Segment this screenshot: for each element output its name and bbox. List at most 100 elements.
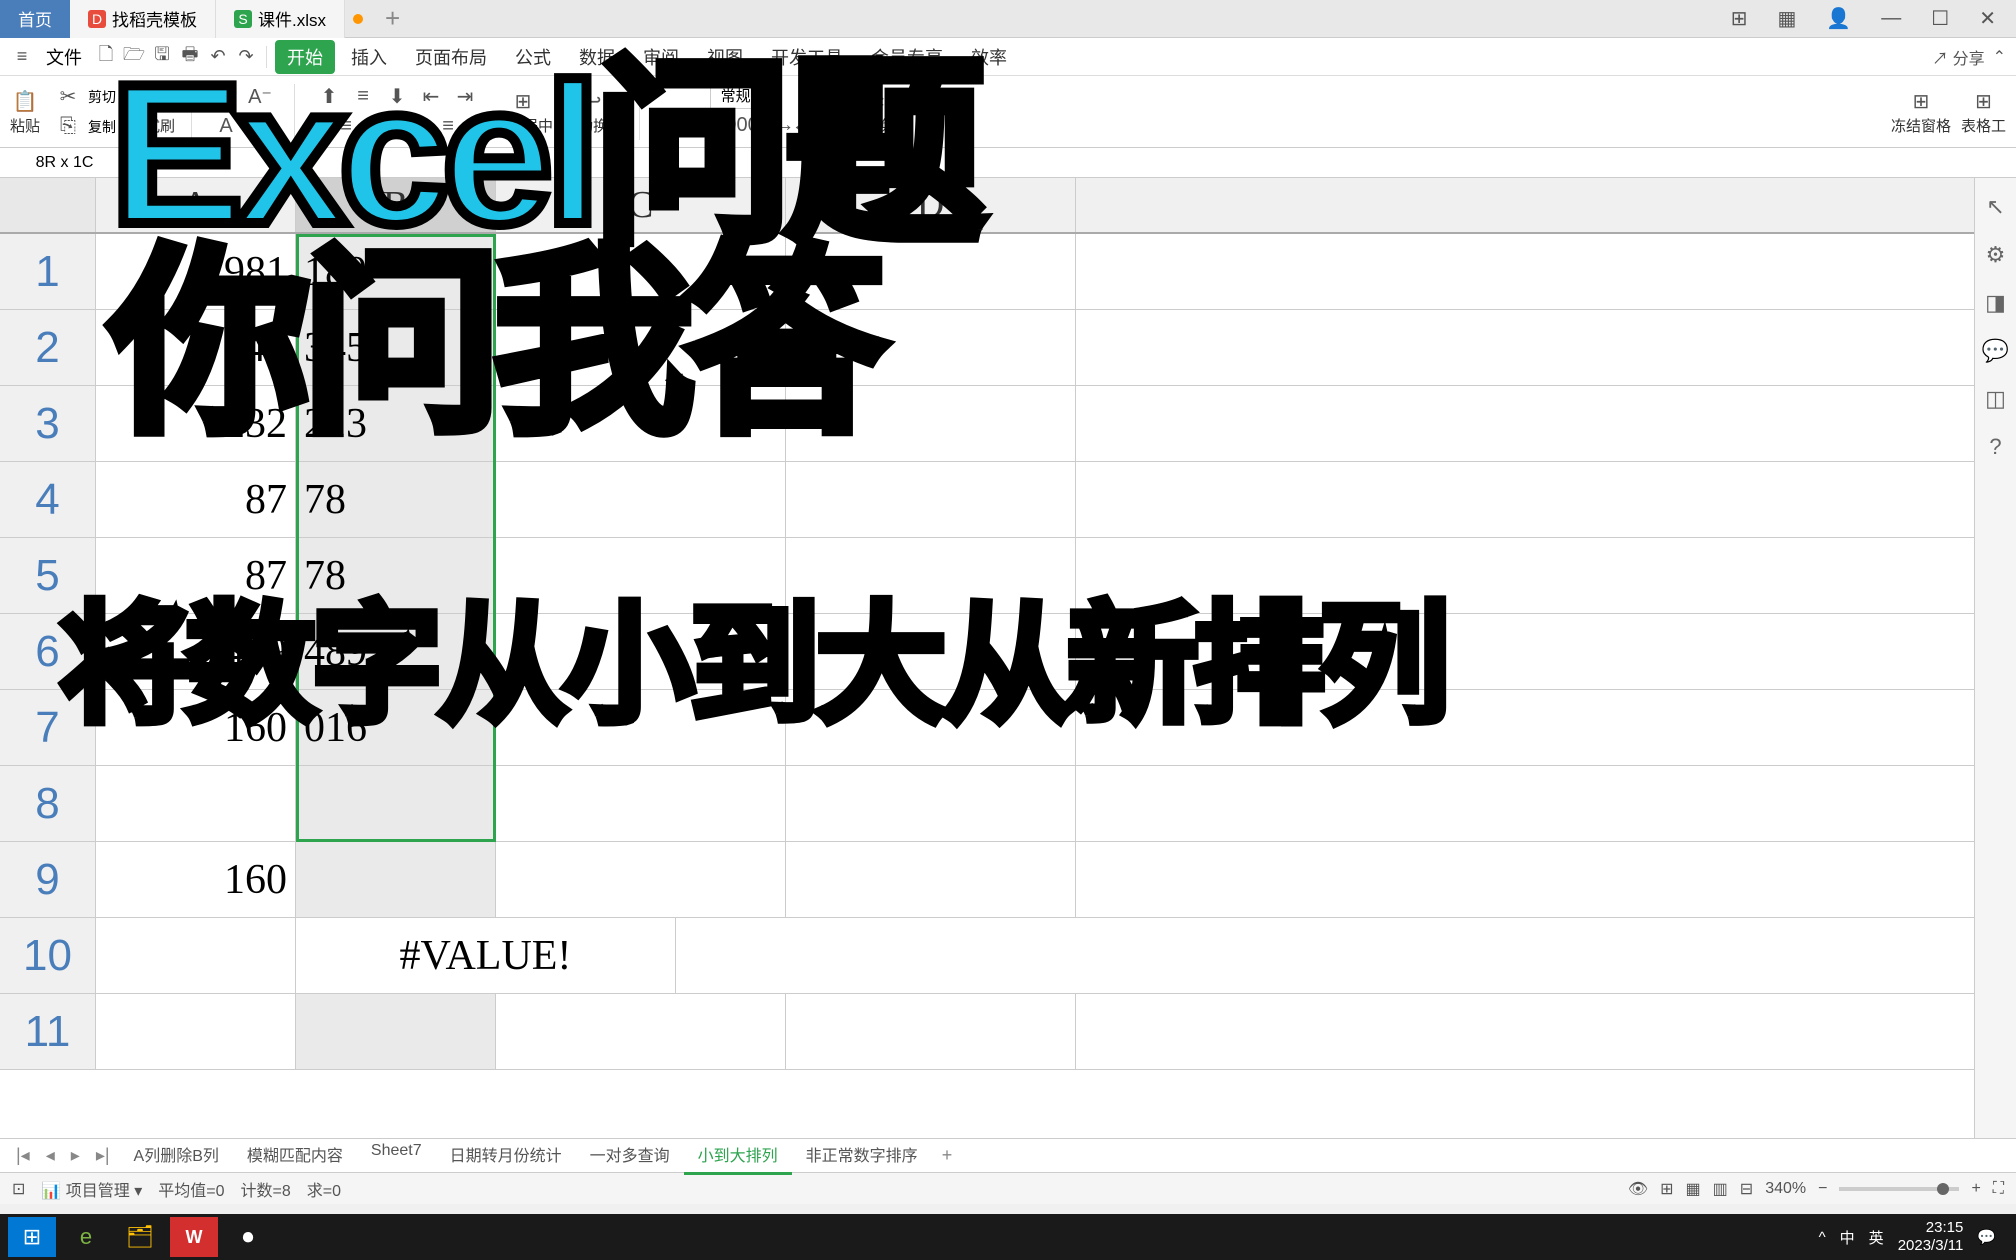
sheet-tab[interactable]: 一对多查询	[576, 1136, 684, 1175]
col-header-a[interactable]: A	[96, 178, 296, 232]
undo-icon[interactable]: ↶	[206, 45, 230, 69]
save-icon[interactable]: 🖫	[150, 45, 174, 69]
menu-start[interactable]: 开始	[275, 40, 335, 74]
cell[interactable]: 189	[296, 234, 496, 309]
sheet-add[interactable]: +	[936, 1145, 959, 1166]
notifications-icon[interactable]: 💬	[1977, 1228, 1996, 1246]
indent-dec-icon[interactable]: ⇤	[417, 83, 445, 111]
sheet-nav-next[interactable]: ▸	[65, 1145, 86, 1166]
menu-file[interactable]: 文件	[38, 44, 90, 70]
cell[interactable]	[496, 614, 786, 689]
row-header[interactable]: 3	[0, 386, 96, 461]
font-size-down-icon[interactable]: A⁻	[246, 83, 274, 111]
panel-icon[interactable]: ◨	[1985, 290, 2006, 316]
menu-layout[interactable]: 页面布局	[403, 40, 499, 74]
row-header[interactable]: 9	[0, 842, 96, 917]
cell[interactable]	[296, 994, 496, 1069]
tab-new[interactable]: +	[371, 3, 414, 34]
paste-button[interactable]: 📋 粘贴	[10, 87, 40, 136]
copy-button[interactable]: 复制	[88, 117, 116, 137]
sheet-tab[interactable]: 非正常数字排序	[792, 1136, 932, 1175]
cell[interactable]: 223	[296, 386, 496, 461]
zoom-slider[interactable]	[1839, 1187, 1959, 1191]
convert-button[interactable]: ⇄ 转换	[861, 87, 891, 136]
row-header[interactable]: 8	[0, 766, 96, 841]
cell[interactable]	[496, 766, 786, 841]
explorer-button[interactable]: 🗂	[116, 1217, 164, 1257]
tray-up-icon[interactable]: ^	[1819, 1229, 1826, 1246]
sheet-tab[interactable]: A列删除B列	[120, 1136, 233, 1175]
menu-view[interactable]: 视图	[695, 40, 755, 74]
name-box[interactable]: 8R x 1C	[0, 150, 130, 176]
grid-icon[interactable]: ⊞	[1660, 1179, 1673, 1199]
tab-home[interactable]: 首页	[0, 0, 70, 38]
align-top-icon[interactable]: ⬆	[315, 83, 343, 111]
tab-template[interactable]: D 找稻壳模板	[70, 0, 216, 38]
cell[interactable]: 016	[296, 690, 496, 765]
open-icon[interactable]: 🗁	[122, 45, 146, 69]
cell[interactable]	[786, 994, 1076, 1069]
cell[interactable]	[296, 766, 496, 841]
close-icon[interactable]: ✕	[1971, 2, 2004, 35]
cell[interactable]: 78	[296, 462, 496, 537]
merge-button[interactable]: ⊞ 合并居中	[493, 87, 553, 136]
cell[interactable]	[786, 234, 1076, 309]
cursor-icon[interactable]: ↖	[1986, 194, 2004, 220]
view-icon[interactable]: 👁	[1628, 1179, 1648, 1199]
align-center-icon[interactable]: ≡	[366, 113, 394, 141]
cell[interactable]	[496, 538, 786, 613]
format-painter[interactable]: 🖌 格式刷	[130, 87, 175, 136]
cell[interactable]: 981	[96, 234, 296, 309]
cell[interactable]: 160	[96, 690, 296, 765]
view-page-icon[interactable]: ▥	[1713, 1179, 1728, 1199]
col-header-b[interactable]: B	[296, 178, 496, 232]
sheet-tab[interactable]: Sheet7	[357, 1136, 436, 1175]
sheet-nav-last[interactable]: ▸|	[90, 1145, 116, 1166]
project-mgmt[interactable]: 📊 项目管理 ▾	[41, 1177, 142, 1201]
zoom-level[interactable]: 340%	[1765, 1180, 1806, 1198]
row-header[interactable]: 2	[0, 310, 96, 385]
ime-lang2[interactable]: 英	[1869, 1227, 1884, 1248]
redo-icon[interactable]: ↷	[234, 45, 258, 69]
align-left-icon[interactable]: ≡	[332, 113, 360, 141]
cell[interactable]	[496, 234, 786, 309]
avatar-icon[interactable]: 👤	[1818, 2, 1859, 35]
share-button[interactable]: ↗ 分享	[1932, 45, 1984, 69]
cell[interactable]: 78	[296, 538, 496, 613]
sheet-nav-first[interactable]: |◂	[10, 1145, 36, 1166]
menu-dev[interactable]: 开发工具	[759, 40, 855, 74]
row-header[interactable]: 4	[0, 462, 96, 537]
wps-button[interactable]: W	[170, 1217, 218, 1257]
cell[interactable]	[786, 614, 1076, 689]
ime-lang1[interactable]: 中	[1840, 1227, 1855, 1248]
col-header-d[interactable]: D	[786, 178, 1076, 232]
cut-button[interactable]: 剪切	[88, 87, 116, 107]
cell[interactable]	[786, 690, 1076, 765]
col-header-c[interactable]: C	[496, 178, 786, 232]
print-icon[interactable]: 🖶	[178, 45, 202, 69]
cell[interactable]	[96, 918, 296, 993]
decimal-dec-icon[interactable]: ←.0	[796, 111, 824, 139]
chat-icon[interactable]: 💬	[1982, 338, 2009, 364]
align-right-icon[interactable]: ≡	[400, 113, 428, 141]
settings-icon[interactable]: ⚙	[1986, 242, 2006, 268]
font-size-up-icon[interactable]: A⁺	[212, 83, 240, 111]
view-normal-icon[interactable]: ▦	[1686, 1179, 1701, 1199]
cell[interactable]: 489	[96, 614, 296, 689]
sheet-tab[interactable]: 小到大排列	[684, 1136, 792, 1175]
percent-icon[interactable]: %	[694, 111, 722, 139]
sheet-nav-prev[interactable]: ◂	[40, 1145, 61, 1166]
zoom-out-icon[interactable]: −	[1818, 1180, 1827, 1198]
menu-member[interactable]: 会员专享	[859, 40, 955, 74]
menu-insert[interactable]: 插入	[339, 40, 399, 74]
cell[interactable]	[496, 386, 786, 461]
cell[interactable]	[786, 386, 1076, 461]
cell[interactable]: 87	[96, 538, 296, 613]
maximize-icon[interactable]: ☐	[1923, 2, 1957, 35]
clock[interactable]: 23:15 2023/3/11	[1898, 1219, 1964, 1255]
cell[interactable]	[786, 842, 1076, 917]
layout-icon[interactable]: ⊞	[1723, 2, 1756, 35]
fullscreen-icon[interactable]: ⛶	[1993, 1180, 2004, 1198]
row-header[interactable]: 6	[0, 614, 96, 689]
cell[interactable]	[496, 842, 786, 917]
